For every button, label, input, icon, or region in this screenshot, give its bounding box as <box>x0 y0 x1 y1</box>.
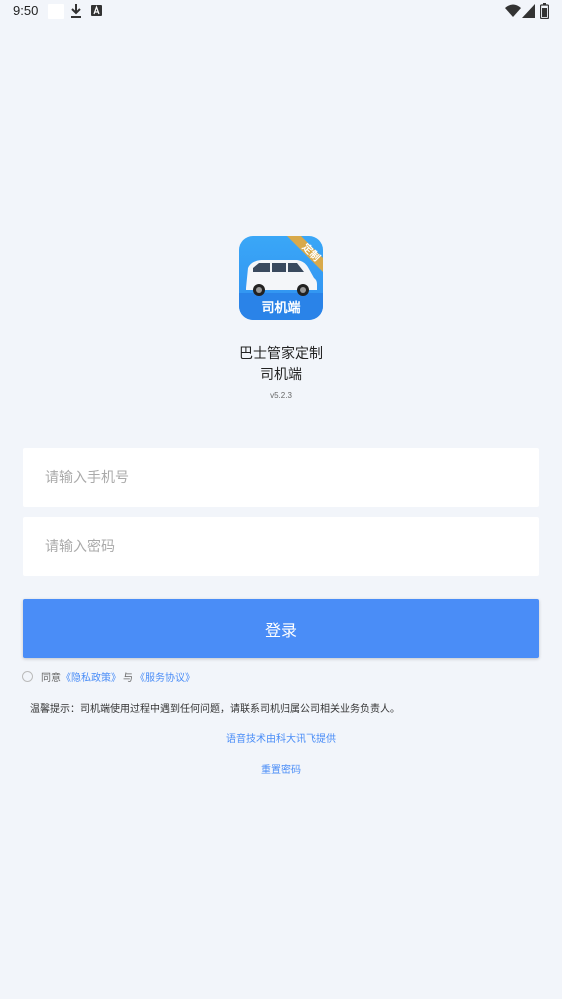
status-time: 9:50 <box>13 3 39 18</box>
app-version: v5.2.3 <box>270 391 292 400</box>
status-bar: 9:50 <box>0 0 562 24</box>
notification-app-icon <box>48 4 64 19</box>
reset-password-link[interactable]: 重置密码 <box>0 761 562 776</box>
app-logo: 定制 司机端 <box>239 236 323 320</box>
password-input[interactable] <box>23 517 539 576</box>
agreement-row: 同意 《隐私政策》 与 《服务协议》 <box>22 668 195 684</box>
phone-input[interactable] <box>23 448 539 507</box>
app-name-line1: 巴士管家定制 <box>239 346 323 362</box>
logo-label: 司机端 <box>261 301 301 316</box>
login-button[interactable]: 登录 <box>23 599 539 658</box>
agree-radio[interactable] <box>22 670 33 682</box>
warm-tip: 温馨提示：司机端使用过程中遇到任何问题，请联系司机归属公司相关业务负责人。 <box>30 704 400 715</box>
wifi-icon <box>505 4 521 17</box>
agree-and: 与 <box>123 672 133 684</box>
voice-credit-link[interactable]: 语音技术由科大讯飞提供 <box>0 730 562 745</box>
app-name-line2: 司机端 <box>260 367 302 383</box>
a-notification-icon <box>91 5 102 16</box>
battery-icon <box>540 3 549 19</box>
agree-prefix: 同意 <box>41 672 61 684</box>
download-icon <box>71 4 81 18</box>
app-name: 巴士管家定制 司机端 <box>0 344 562 386</box>
privacy-policy-link[interactable]: 《隐私政策》 <box>61 669 121 684</box>
signal-icon <box>522 4 535 18</box>
service-agreement-link[interactable]: 《服务协议》 <box>135 669 195 684</box>
